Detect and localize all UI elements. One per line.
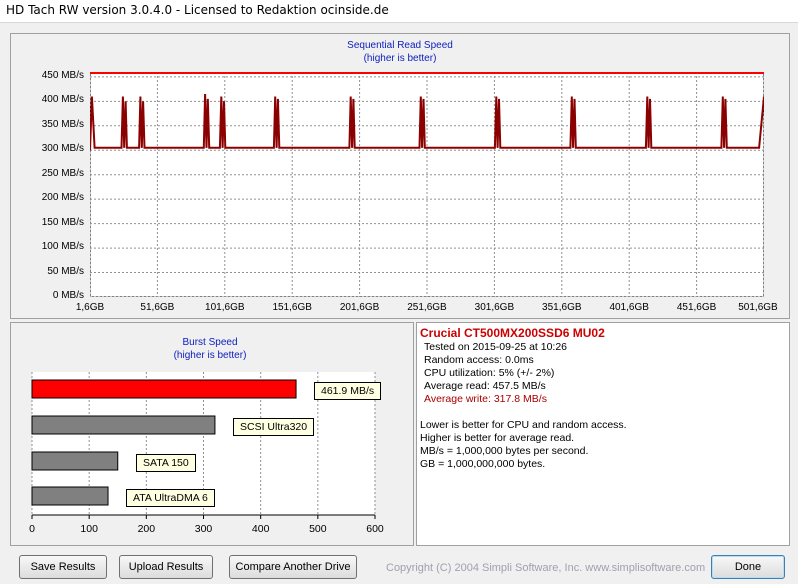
- burst-speed-chart: 0 100 200 300 400 500 600: [29, 372, 384, 535]
- drive-name: Crucial CT500MX200SSD6 MU02: [420, 326, 605, 340]
- seq-x-tick-label: 301,6GB: [474, 302, 515, 313]
- seq-x-tick-label: 501,6GB: [738, 302, 778, 313]
- upload-results-button[interactable]: Upload Results: [119, 555, 213, 579]
- burst-bar-label: SCSI Ultra320: [233, 418, 315, 436]
- burst-x-tick-label: 400: [252, 523, 270, 535]
- burst-bar-label: 461.9 MB/s: [314, 382, 382, 400]
- note-higher-better: Higher is better for average read.: [420, 432, 575, 444]
- compare-another-drive-button[interactable]: Compare Another Drive: [229, 555, 357, 579]
- burst-bar-label: SATA 150: [136, 454, 196, 472]
- burst-bar-label: ATA UltraDMA 6: [126, 489, 215, 507]
- burst-x-tick-label: 0: [29, 523, 35, 535]
- average-write: Average write: 317.8 MB/s: [424, 393, 547, 405]
- burst-bar: [31, 415, 216, 435]
- note-lower-better: Lower is better for CPU and random acces…: [420, 419, 627, 431]
- burst-x-tick-label: 200: [138, 523, 156, 535]
- burst-x-tick-label: 500: [309, 523, 327, 535]
- average-read: Average read: 457.5 MB/s: [424, 380, 546, 392]
- burst-x-tick-label: 100: [80, 523, 98, 535]
- seq-x-tick-label: 401,6GB: [609, 302, 649, 313]
- burst-x-tick-label: 300: [195, 523, 213, 535]
- seq-x-tick-label: 351,6GB: [542, 302, 582, 313]
- note-mb-definition: MB/s = 1,000,000 bytes per second.: [420, 445, 589, 457]
- copyright-text: Copyright (C) 2004 Simpli Software, Inc.…: [386, 562, 706, 574]
- done-button[interactable]: Done: [711, 555, 785, 579]
- burst-x-tick-label: 600: [366, 523, 384, 535]
- random-access: Random access: 0.0ms: [424, 354, 534, 366]
- note-gb-definition: GB = 1,000,000,000 bytes.: [420, 458, 546, 470]
- burst-bar: [31, 486, 109, 506]
- burst-bar: [31, 451, 119, 471]
- burst-bar: [31, 379, 297, 399]
- cpu-utilization: CPU utilization: 5% (+/- 2%): [424, 367, 555, 379]
- tested-date: Tested on 2015-09-25 at 10:26: [424, 341, 568, 353]
- seq-x-tick-label: 451,6GB: [676, 302, 717, 313]
- save-results-button[interactable]: Save Results: [19, 555, 107, 579]
